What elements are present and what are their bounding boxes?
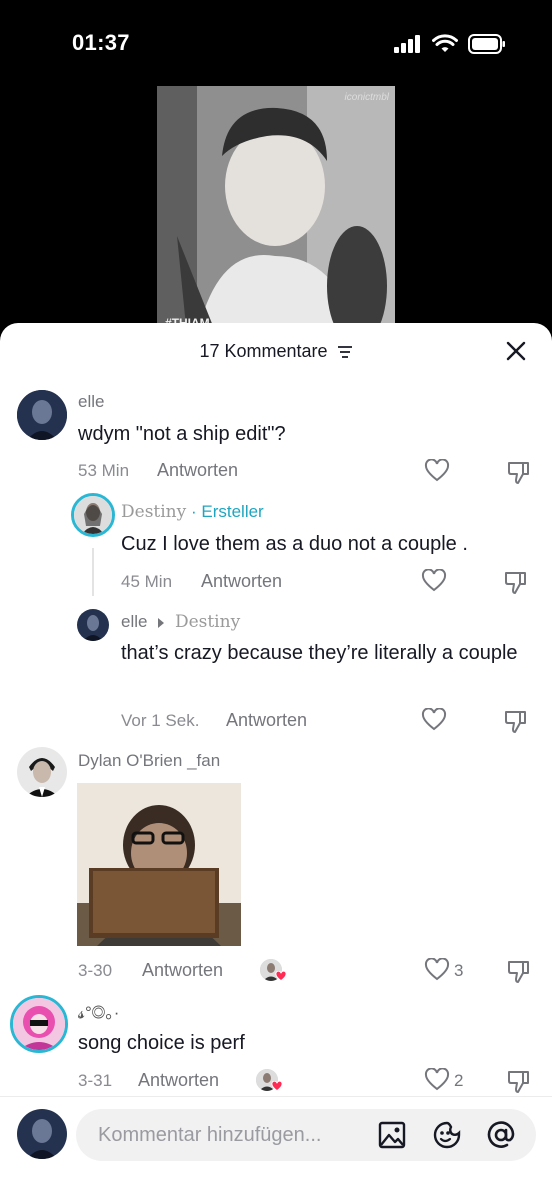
like-count: 2 [454,1071,464,1090]
comment-input-placeholder: Kommentar hinzufügen... [98,1124,322,1146]
dislike-icon[interactable] [506,1068,532,1094]
my-avatar[interactable] [17,1109,67,1159]
comment-time: 3-31 [78,1071,113,1090]
status-bar: 01:37 [0,0,552,88]
reply-button[interactable]: Antworten [138,1070,219,1091]
creator-heart-icon [271,1081,283,1092]
comment-input[interactable]: Kommentar hinzufügen... [76,1109,536,1161]
comment-item: 𝓼°◎。· song choice is perf 3-31 Antworten… [0,323,552,1103]
heart-icon[interactable] [424,1068,450,1092]
comments-sheet: 17 Kommentare elle wdym "not a ship edit… [0,323,552,1200]
video-frame-image [157,86,395,336]
avatar-image [13,998,65,1050]
image-icon[interactable] [378,1121,406,1149]
status-icons [394,34,506,54]
avatar-image [17,1109,67,1159]
comment-composer: Kommentar hinzufügen... [0,1096,552,1201]
video-preview[interactable]: iconictmbl #THIAM [157,86,395,336]
comment-text: song choice is perf [78,1032,245,1054]
emoji-icon[interactable] [432,1120,462,1150]
avatar[interactable] [10,995,68,1053]
status-time: 01:37 [72,30,130,55]
wifi-icon [432,34,458,52]
signal-icon [394,35,420,53]
mention-icon[interactable] [486,1120,516,1150]
video-watermark: iconictmbl [344,92,389,103]
battery-icon [468,34,505,54]
comment-username[interactable]: 𝓼°◎。· [78,998,119,1023]
